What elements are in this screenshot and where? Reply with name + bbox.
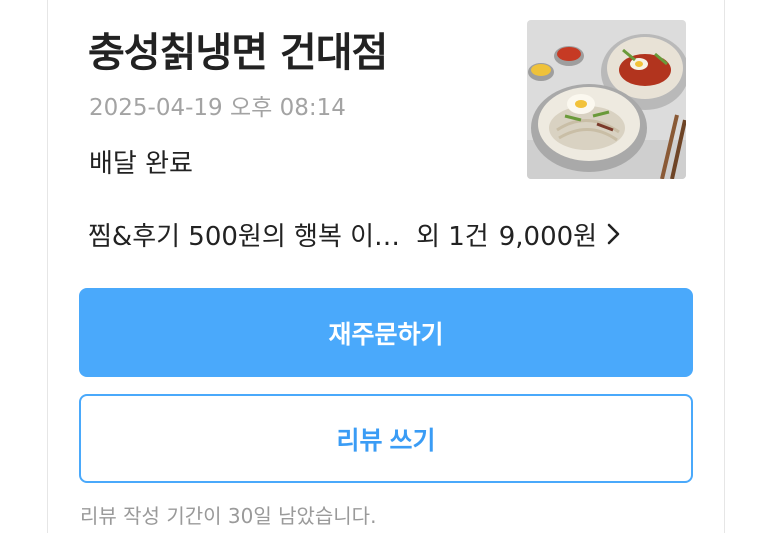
card-right-border [724, 0, 725, 533]
order-datetime: 2025-04-19 오후 08:14 [89, 95, 346, 121]
order-summary-link[interactable]: 찜&후기 500원의 행복 이… 외 1건 9,000원 [88, 216, 688, 252]
write-review-button[interactable]: 리뷰 쓰기 [79, 394, 693, 483]
chevron-right-icon [605, 220, 623, 248]
review-period-note: 리뷰 작성 기간이 30일 남았습니다. [80, 504, 377, 528]
store-name[interactable]: 충성칡냉면 건대점 [88, 20, 388, 78]
naengmyeon-food-photo[interactable] [527, 20, 686, 179]
order-more-count: 외 1건 [416, 221, 489, 252]
order-items-summary: 찜&후기 500원의 행복 이… [88, 221, 401, 252]
reorder-button[interactable]: 재주문하기 [79, 288, 693, 377]
order-total-price: 9,000원 [498, 221, 598, 252]
card-left-border [47, 0, 48, 533]
order-status: 배달 완료 [89, 149, 193, 179]
